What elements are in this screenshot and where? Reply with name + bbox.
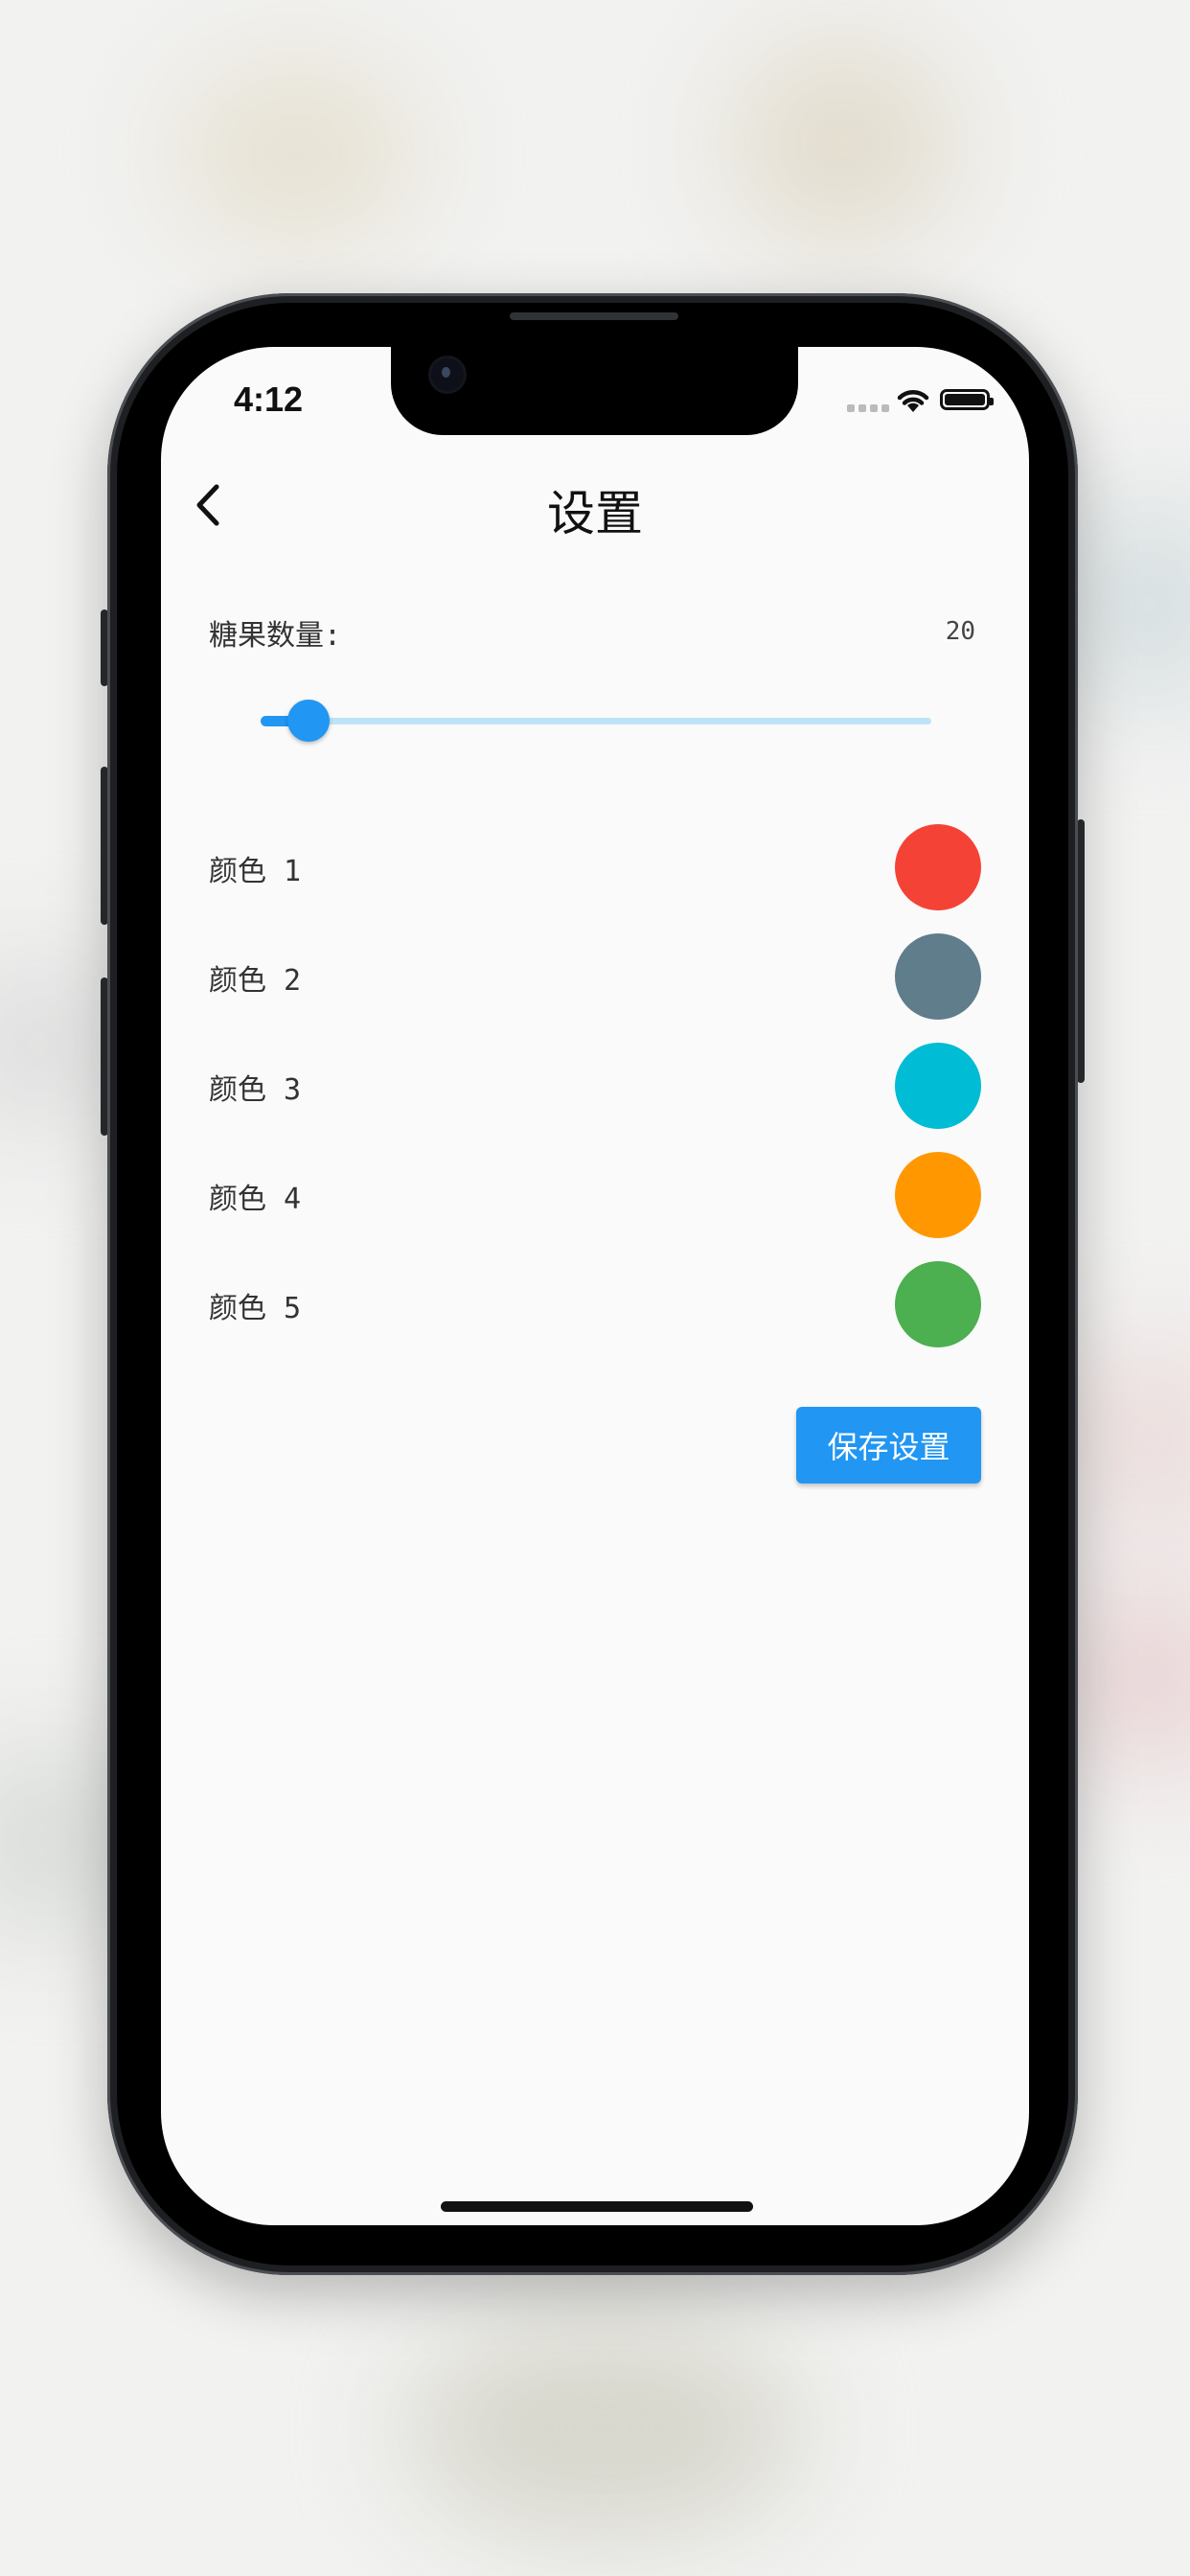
front-camera xyxy=(431,358,464,391)
slider-thumb[interactable] xyxy=(287,700,330,742)
color-label: 颜色 5 xyxy=(209,1292,302,1325)
cellular-signal-icon xyxy=(847,404,889,412)
page-title: 设置 xyxy=(547,486,643,541)
color-swatch-5[interactable] xyxy=(895,1261,981,1347)
color-swatch-4[interactable] xyxy=(895,1152,981,1238)
color-label: 颜色 3 xyxy=(209,1073,302,1107)
color-row-4: 颜色 4 xyxy=(209,1152,981,1238)
home-indicator[interactable] xyxy=(441,2201,753,2212)
color-swatch-1[interactable] xyxy=(895,824,981,910)
earpiece-speaker xyxy=(510,312,678,320)
candy-count-value: 20 xyxy=(945,617,975,646)
power-button xyxy=(1077,819,1085,1083)
wifi-icon xyxy=(897,390,929,412)
color-row-3: 颜色 3 xyxy=(209,1043,981,1129)
status-time: 4:12 xyxy=(234,380,304,419)
color-label: 颜色 2 xyxy=(209,964,302,998)
color-row-5: 颜色 5 xyxy=(209,1261,981,1347)
color-row-1: 颜色 1 xyxy=(209,824,981,910)
candy-count-label: 糖果数量: xyxy=(209,619,342,653)
notch xyxy=(391,347,798,435)
slider-track xyxy=(261,718,931,724)
color-label: 颜色 1 xyxy=(209,855,302,888)
color-row-2: 颜色 2 xyxy=(209,933,981,1020)
color-label: 颜色 4 xyxy=(209,1183,302,1216)
candy-count-slider[interactable] xyxy=(261,700,931,742)
color-swatch-3[interactable] xyxy=(895,1043,981,1129)
save-settings-button[interactable]: 保存设置 xyxy=(796,1407,981,1484)
app-screen: 4:12 设置 糖果数量: 20 颜色 1 颜色 2 颜色 3 颜色 4 颜色 … xyxy=(161,347,1029,2225)
battery-icon xyxy=(940,389,994,410)
color-swatch-2[interactable] xyxy=(895,933,981,1020)
